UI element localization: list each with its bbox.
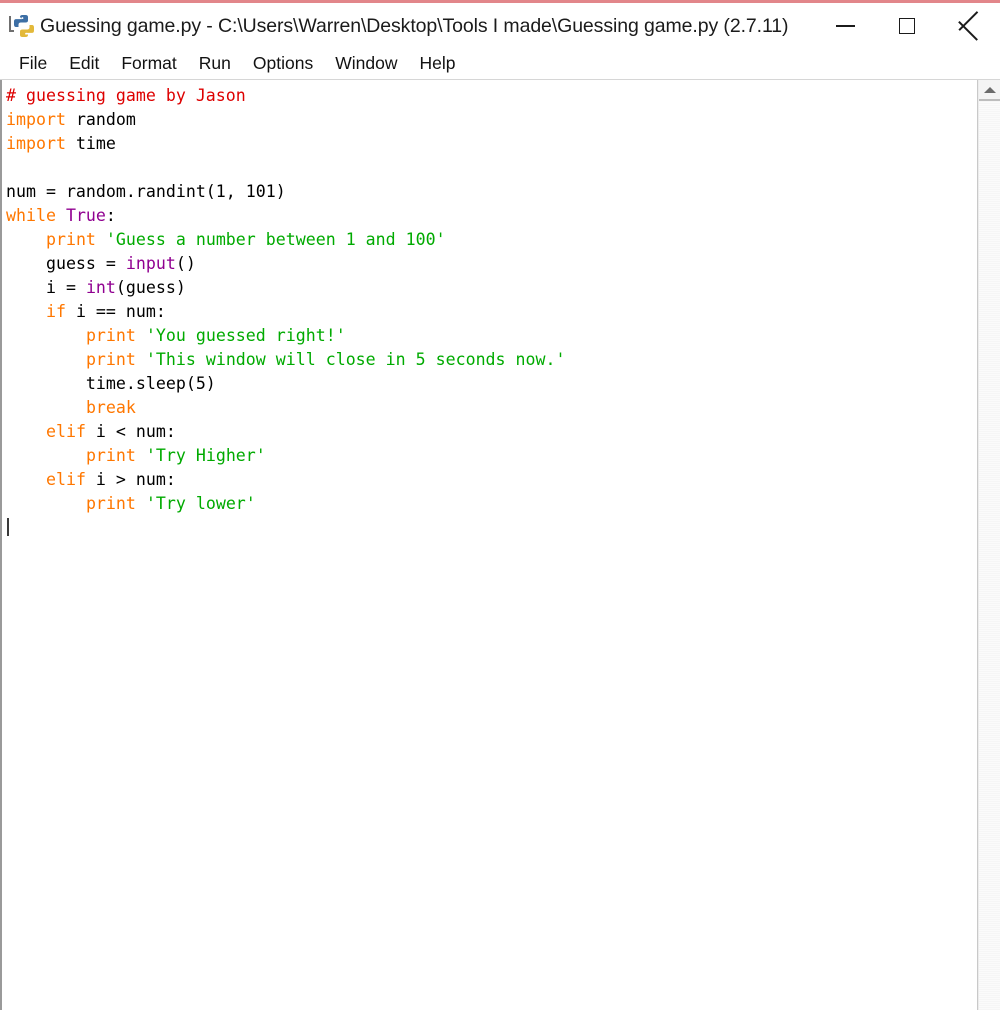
- code-token-plain: [136, 446, 146, 465]
- code-line: num = random.randint(1, 101): [6, 180, 977, 204]
- code-token-plain: [6, 302, 46, 321]
- close-icon: [959, 16, 979, 36]
- python-idle-icon: [6, 11, 36, 41]
- code-token-plain: time.sleep(5): [6, 374, 216, 393]
- code-token-plain: [136, 494, 146, 513]
- code-token-builtin: input: [126, 254, 176, 273]
- code-line: break: [6, 396, 977, 420]
- code-token-plain: i < num:: [86, 422, 176, 441]
- code-line: elif i > num:: [6, 468, 977, 492]
- code-token-keyword: print: [86, 350, 136, 369]
- code-line: print 'Try lower': [6, 492, 977, 516]
- code-token-keyword: break: [86, 398, 136, 417]
- code-token-plain: [136, 350, 146, 369]
- code-token-comment: # guessing game by Jason: [6, 86, 246, 105]
- code-line: # guessing game by Jason: [6, 84, 977, 108]
- code-token-builtin: True: [66, 206, 106, 225]
- maximize-button[interactable]: [876, 3, 938, 49]
- window-title: Guessing game.py - C:\Users\Warren\Deskt…: [40, 15, 788, 38]
- code-token-keyword: print: [86, 494, 136, 513]
- code-token-plain: [6, 446, 86, 465]
- code-token-keyword: print: [86, 446, 136, 465]
- code-token-keyword: if: [46, 302, 66, 321]
- maximize-icon: [899, 18, 915, 34]
- code-line: elif i < num:: [6, 420, 977, 444]
- code-token-string: 'This window will close in 5 seconds now…: [146, 350, 566, 369]
- code-line: time.sleep(5): [6, 372, 977, 396]
- code-token-plain: guess =: [6, 254, 126, 273]
- code-line: i = int(guess): [6, 276, 977, 300]
- code-token-plain: [6, 470, 46, 489]
- code-token-plain: random: [66, 110, 136, 129]
- code-token-plain: [6, 350, 86, 369]
- code-token-string: 'Try lower': [146, 494, 256, 513]
- idle-editor-window: Guessing game.py - C:\Users\Warren\Deskt…: [0, 0, 1000, 1010]
- code-line: if i == num:: [6, 300, 977, 324]
- code-token-plain: :: [106, 206, 116, 225]
- scrollbar-track[interactable]: [979, 101, 1000, 1010]
- code-text-area[interactable]: # guessing game by Jasonimport randomimp…: [0, 80, 978, 1010]
- scroll-up-button[interactable]: [979, 80, 1000, 101]
- code-token-keyword: import: [6, 134, 66, 153]
- code-line: [6, 516, 977, 540]
- code-line: print 'You guessed right!': [6, 324, 977, 348]
- code-token-plain: (): [176, 254, 196, 273]
- code-line: while True:: [6, 204, 977, 228]
- code-token-keyword: print: [46, 230, 96, 249]
- menu-item-edit[interactable]: Edit: [58, 51, 110, 77]
- code-line: import time: [6, 132, 977, 156]
- editor-area: # guessing game by Jasonimport randomimp…: [0, 80, 1000, 1010]
- code-token-string: 'You guessed right!': [146, 326, 346, 345]
- vertical-scrollbar[interactable]: [978, 80, 1000, 1010]
- code-token-plain: [6, 230, 46, 249]
- code-line: print 'Try Higher': [6, 444, 977, 468]
- code-token-string: 'Try Higher': [146, 446, 266, 465]
- title-bar: Guessing game.py - C:\Users\Warren\Deskt…: [0, 3, 1000, 49]
- code-token-plain: [96, 230, 106, 249]
- close-button[interactable]: [938, 3, 1000, 49]
- code-line: import random: [6, 108, 977, 132]
- code-token-plain: [6, 398, 86, 417]
- menu-item-help[interactable]: Help: [408, 51, 466, 77]
- code-token-plain: i > num:: [86, 470, 176, 489]
- window-controls: [814, 3, 1000, 49]
- text-caret: [7, 518, 9, 536]
- menu-item-options[interactable]: Options: [242, 51, 324, 77]
- menu-item-run[interactable]: Run: [188, 51, 242, 77]
- code-token-keyword: while: [6, 206, 56, 225]
- minimize-icon: [836, 25, 855, 27]
- code-token-keyword: import: [6, 110, 66, 129]
- code-line: print 'This window will close in 5 secon…: [6, 348, 977, 372]
- code-token-plain: i == num:: [66, 302, 166, 321]
- code-line: print 'Guess a number between 1 and 100': [6, 228, 977, 252]
- code-token-plain: i =: [6, 278, 86, 297]
- menu-item-format[interactable]: Format: [110, 51, 187, 77]
- code-token-plain: [6, 422, 46, 441]
- code-token-builtin: int: [86, 278, 116, 297]
- minimize-button[interactable]: [814, 3, 876, 49]
- code-token-keyword: print: [86, 326, 136, 345]
- menu-item-window[interactable]: Window: [324, 51, 408, 77]
- code-token-plain: [56, 206, 66, 225]
- menu-bar: File Edit Format Run Options Window Help: [0, 49, 1000, 80]
- chevron-up-icon: [984, 87, 996, 93]
- code-line: guess = input(): [6, 252, 977, 276]
- menu-item-file[interactable]: File: [8, 51, 58, 77]
- code-token-plain: [136, 326, 146, 345]
- code-token-keyword: elif: [46, 470, 86, 489]
- code-line: [6, 156, 977, 180]
- code-token-plain: (guess): [116, 278, 186, 297]
- code-token-keyword: elif: [46, 422, 86, 441]
- code-token-plain: num = random.randint(1, 101): [6, 182, 286, 201]
- code-token-plain: [6, 326, 86, 345]
- source-code: # guessing game by Jasonimport randomimp…: [6, 84, 977, 540]
- code-token-plain: [6, 494, 86, 513]
- code-token-string: 'Guess a number between 1 and 100': [106, 230, 446, 249]
- code-token-plain: time: [66, 134, 116, 153]
